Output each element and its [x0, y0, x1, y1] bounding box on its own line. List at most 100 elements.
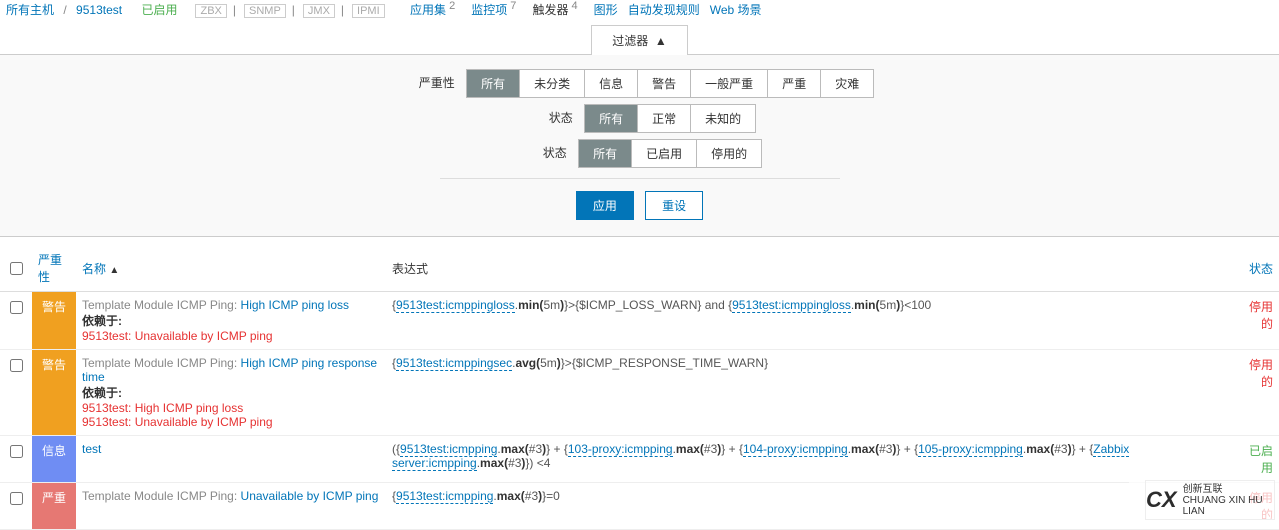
triggers-table: 严重性 名称 ▲ 表达式 状态 警告Template Module ICMP P… — [0, 245, 1279, 530]
table-row: 信息 test ({9513test:icmpping.max(#3)} + {10… — [0, 436, 1279, 483]
depends-on-label: 依赖于: — [82, 314, 122, 328]
filter-option[interactable]: 所有 — [467, 70, 520, 97]
nav-tab[interactable]: Web 场景 — [710, 3, 762, 17]
filter-toggle[interactable]: 过滤器 ▲ — [591, 25, 688, 55]
expression-text: #3 — [508, 456, 521, 470]
status-link[interactable]: 已启用 — [1249, 444, 1273, 475]
expression-text: #3 — [525, 489, 538, 503]
interface-type: JMX — [303, 4, 335, 18]
nav-tab[interactable]: 应用集 — [410, 3, 446, 17]
row-checkbox[interactable] — [10, 445, 23, 458]
dependency-link[interactable]: 9513test: High ICMP ping loss — [82, 401, 243, 415]
expression-func: max( — [497, 489, 525, 503]
nav-tab[interactable]: 自动发现规则 — [628, 3, 700, 17]
filter-panel: 严重性 所有未分类信息警告一般严重严重灾难 状态 所有正常未知的 状态 所有已启… — [0, 54, 1279, 237]
expression-text: } + { — [896, 442, 918, 456]
interface-type: SNMP — [244, 4, 286, 18]
nav-tab[interactable]: 监控项 — [471, 3, 507, 17]
trigger-name-link[interactable]: High ICMP ping loss — [241, 298, 350, 312]
status-link[interactable]: 停用的 — [1249, 300, 1273, 331]
expression-item-link[interactable]: 9513test:icmppingloss — [396, 298, 515, 313]
severity-badge: 信息 — [32, 436, 76, 483]
trigger-name-link[interactable]: Unavailable by ICMP ping — [241, 489, 379, 503]
filter-label: 过滤器 — [612, 34, 648, 48]
expression-text: } + { — [1072, 442, 1094, 456]
expression-text: }>{$ICMP_RESPONSE_TIME_WARN} — [561, 356, 768, 370]
filter-severity-group: 所有未分类信息警告一般严重严重灾难 — [466, 69, 874, 98]
template-prefix: Template Module ICMP Ping: — [82, 356, 241, 370]
row-checkbox[interactable] — [10, 492, 23, 505]
expression-func: min( — [518, 298, 543, 312]
dependency-link[interactable]: 9513test: Unavailable by ICMP ping — [82, 329, 273, 343]
expression-item-link[interactable]: 105-proxy:icmpping — [918, 442, 1023, 457]
nav-tab-count: 7 — [507, 0, 516, 12]
name-cell: Template Module ICMP Ping: High ICMP pin… — [76, 292, 386, 350]
filter-option[interactable]: 已启用 — [632, 140, 697, 167]
bc-status: 已启用 — [141, 3, 177, 17]
depends-on-label: 依赖于: — [82, 386, 122, 400]
table-row: 警告Template Module ICMP Ping: High ICMP p… — [0, 292, 1279, 350]
filter-option[interactable]: 停用的 — [697, 140, 761, 167]
expression-item-link[interactable]: 9513test:icmppingloss — [732, 298, 851, 313]
filter-option[interactable]: 正常 — [638, 105, 691, 132]
filter-status-group: 所有已启用停用的 — [578, 139, 762, 168]
row-checkbox[interactable] — [10, 359, 23, 372]
watermark: CX 创新互联CHUANG XIN HU LIAN — [1145, 480, 1275, 520]
sort-asc-icon: ▲ — [109, 265, 119, 276]
filter-option[interactable]: 信息 — [585, 70, 638, 97]
expression-cell: ({9513test:icmpping.max(#3)} + {103-prox… — [386, 436, 1239, 483]
filter-option[interactable]: 灾难 — [821, 70, 873, 97]
nav-tab[interactable]: 触发器 — [532, 3, 568, 17]
filter-option[interactable]: 未知的 — [691, 105, 755, 132]
col-name[interactable]: 名称 ▲ — [82, 262, 119, 276]
row-checkbox[interactable] — [10, 301, 23, 314]
col-severity[interactable]: 严重性 — [38, 253, 62, 284]
filter-option[interactable]: 所有 — [585, 105, 638, 132]
breadcrumb: 所有主机 / 9513test 已启用 ZBX|SNMP|JMX|IPMI 应用… — [0, 0, 1279, 24]
col-expression: 表达式 — [392, 262, 428, 276]
apply-button[interactable]: 应用 — [576, 191, 634, 220]
expression-text: } + { — [546, 442, 568, 456]
nav-tab-count: 2 — [446, 0, 455, 12]
expression-text: 5m — [540, 356, 557, 370]
chevron-up-icon: ▲ — [655, 34, 667, 48]
expression-func: min( — [854, 298, 879, 312]
reset-button[interactable]: 重设 — [645, 191, 703, 220]
name-cell: Template Module ICMP Ping: Unavailable b… — [76, 483, 386, 530]
expression-text: }>{$ICMP_LOSS_WARN} and { — [564, 298, 732, 312]
severity-badge: 严重 — [32, 483, 76, 530]
filter-option[interactable]: 所有 — [579, 140, 632, 167]
filter-option[interactable]: 未分类 — [520, 70, 585, 97]
filter-option[interactable]: 一般严重 — [691, 70, 768, 97]
bc-host[interactable]: 9513test — [76, 3, 122, 17]
bc-all-hosts[interactable]: 所有主机 — [6, 3, 54, 17]
expression-text: }<100 — [900, 298, 931, 312]
col-status[interactable]: 状态 — [1249, 262, 1273, 276]
expression-item-link[interactable]: 103-proxy:icmpping — [568, 442, 673, 457]
bc-sep: / — [63, 3, 66, 17]
filter-option[interactable]: 严重 — [768, 70, 821, 97]
expression-text: 5m — [543, 298, 560, 312]
expression-item-link[interactable]: 9513test:icmpping — [400, 442, 497, 457]
select-all-checkbox[interactable] — [10, 262, 23, 275]
expression-item-link[interactable]: 104-proxy:icmpping — [743, 442, 848, 457]
filter-state-label: 状态 — [523, 109, 573, 126]
expression-func: avg( — [515, 356, 540, 370]
expression-func: max( — [501, 442, 529, 456]
expression-item-link[interactable]: 9513test:icmpping — [396, 489, 493, 504]
expression-item-link[interactable]: 9513test:icmppingsec — [396, 356, 512, 371]
dependency-link[interactable]: 9513test: Unavailable by ICMP ping — [82, 415, 273, 429]
expression-text: #3 — [704, 442, 717, 456]
status-link[interactable]: 停用的 — [1249, 358, 1273, 389]
expression-text: #3 — [529, 442, 542, 456]
nav-tabs: 应用集 2 监控项 7 触发器 4 图形 自动发现规则 Web 场景 — [410, 3, 762, 17]
expression-text: ({ — [392, 442, 400, 456]
name-cell: Template Module ICMP Ping: High ICMP pin… — [76, 350, 386, 436]
name-cell: test — [76, 436, 386, 483]
expression-cell: {9513test:icmpping.max(#3)}=0 — [386, 483, 1239, 530]
nav-tab-count: 4 — [568, 0, 577, 12]
filter-option[interactable]: 警告 — [638, 70, 691, 97]
nav-tab[interactable]: 图形 — [594, 3, 618, 17]
filter-state-group: 所有正常未知的 — [584, 104, 756, 133]
trigger-name-link[interactable]: test — [82, 442, 101, 456]
